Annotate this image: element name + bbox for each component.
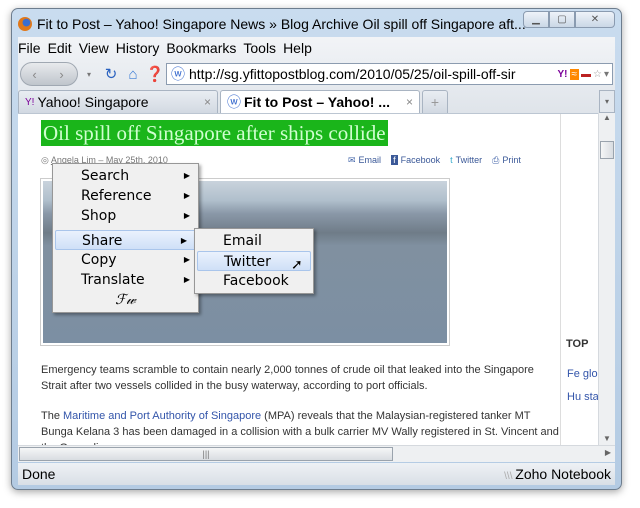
zoho-notebook-button[interactable]: \\\ Zoho Notebook — [504, 466, 611, 482]
tab-yahoo-singapore[interactable]: Y! Yahoo! Singapore × — [18, 90, 218, 113]
status-bar: Done \\\ Zoho Notebook — [18, 463, 615, 485]
url-text[interactable]: http://sg.yfittopostblog.com/2010/05/25/… — [189, 66, 516, 82]
mpa-link[interactable]: Maritime and Port Authority of Singapore — [63, 410, 261, 422]
menu-view[interactable]: View — [79, 40, 109, 56]
new-tab-button[interactable]: + — [422, 90, 448, 113]
sidebar-link[interactable]: Hu sta — [567, 391, 598, 404]
close-tab-icon[interactable]: × — [406, 95, 413, 109]
back-button[interactable]: ‹ — [21, 67, 48, 82]
yahoo-icon[interactable]: Y! — [558, 69, 568, 80]
navigation-toolbar: ‹ › ▾ ↻ ⌂ ❓ ⓦ http://sg.yfittopostblog.co… — [18, 59, 615, 89]
sidebar-heading: TOP — [566, 338, 589, 350]
menu-item-translate[interactable]: Translate ▶ — [53, 270, 198, 290]
print-icon: ⎙ — [492, 155, 500, 165]
menu-file[interactable]: File — [18, 40, 41, 56]
close-tab-icon[interactable]: × — [204, 95, 211, 109]
share-links: ✉ Email f Facebook t Twitter ⎙ Print — [348, 155, 521, 166]
sidebar-link[interactable]: Fe glo — [567, 368, 598, 381]
tab-bar: Y! Yahoo! Singapore × ⓦ Fit to Post – Yahoo… — [18, 89, 615, 113]
sidebar: TOP Fe glo Hu sta — [560, 114, 598, 445]
history-dropdown-icon[interactable]: ▾ — [78, 70, 100, 79]
url-bar[interactable]: ⓦ http://sg.yfittopostblog.com/2010/05/2… — [166, 63, 613, 85]
site-icon: ⓦ — [171, 66, 185, 82]
rss-icon[interactable]: ≈ — [569, 68, 579, 80]
menu-history[interactable]: History — [116, 40, 160, 56]
facebook-icon: f — [391, 155, 398, 165]
status-text: Done — [22, 466, 56, 482]
email-icon: ✉ — [348, 155, 356, 165]
horizontal-scrollbar[interactable]: ||| ▶ — [18, 445, 615, 462]
firefox-icon — [18, 17, 32, 31]
tab-fit-to-post[interactable]: ⓦ Fit to Post – Yahoo! ... × — [220, 90, 420, 113]
close-button[interactable]: ✕ — [575, 11, 615, 28]
yahoo-icon: Y! — [25, 96, 35, 108]
dropdown-icon[interactable]: ▾ — [604, 69, 609, 80]
menu-item-reference[interactable]: Reference ▶ — [53, 186, 198, 206]
scroll-thumb[interactable] — [600, 141, 614, 159]
reload-icon[interactable]: ↻ — [100, 65, 122, 83]
menu-bookmarks[interactable]: Bookmarks — [166, 40, 236, 56]
submenu-item-facebook[interactable]: Facebook — [195, 271, 313, 291]
submenu-item-email[interactable]: Email — [195, 231, 313, 251]
share-print-link[interactable]: ⎙ Print — [492, 155, 521, 166]
help-icon[interactable]: ❓ — [144, 65, 166, 83]
bookmark-star-icon[interactable]: ☆ — [593, 69, 602, 80]
window-title: Fit to Post – Yahoo! Singapore News » Bl… — [37, 16, 526, 32]
menu-tools[interactable]: Tools — [243, 40, 276, 56]
scroll-up-icon[interactable]: ▲ — [599, 113, 615, 122]
menu-item-shop[interactable]: Shop ▶ — [53, 206, 198, 226]
menu-item-share[interactable]: Share ▶ — [55, 230, 196, 250]
share-facebook-link[interactable]: f Facebook — [391, 155, 440, 166]
forward-button[interactable]: › — [48, 67, 75, 82]
site-icon: ⓦ — [227, 94, 241, 110]
menu-bar: File Edit View History Bookmarks Tools H… — [18, 37, 615, 59]
menu-item-copy[interactable]: Copy ▶ — [53, 250, 198, 270]
twitter-icon: t — [450, 155, 453, 165]
home-icon[interactable]: ⌂ — [122, 66, 144, 83]
title-bar: Fit to Post – Yahoo! Singapore News » Bl… — [18, 11, 615, 35]
mouse-cursor-icon: ➚ — [291, 256, 303, 272]
vertical-scrollbar[interactable]: ▲ ▼ — [598, 113, 615, 445]
article-headline: Oil spill off Singapore after ships coll… — [41, 120, 388, 146]
menu-item-search[interactable]: Search ▶ — [53, 166, 198, 186]
article-paragraph: Emergency teams scramble to contain near… — [41, 364, 534, 392]
flag-icon[interactable]: ▬ — [581, 69, 591, 80]
article-paragraph: The Maritime and Port Authority of Singa… — [41, 410, 559, 445]
scroll-right-icon[interactable]: ▶ — [605, 448, 611, 457]
share-email-link[interactable]: ✉ Email — [348, 155, 381, 166]
scroll-thumb[interactable]: ||| — [19, 447, 393, 461]
maximize-button[interactable]: ▢ — [549, 11, 575, 28]
tab-list-button[interactable]: ▾ — [599, 90, 615, 113]
minimize-button[interactable]: ▁ — [523, 11, 549, 28]
context-menu: Search ▶ Reference ▶ Shop ▶ Share ▶ Copy ▶ Tr… — [52, 163, 199, 313]
share-twitter-link[interactable]: t Twitter — [450, 155, 482, 166]
author-icon: ◎ — [41, 155, 51, 165]
addon-logo-icon: ℱ𝓌 — [115, 292, 136, 308]
scroll-down-icon[interactable]: ▼ — [599, 434, 615, 443]
menu-help[interactable]: Help — [283, 40, 312, 56]
menu-edit[interactable]: Edit — [48, 40, 72, 56]
